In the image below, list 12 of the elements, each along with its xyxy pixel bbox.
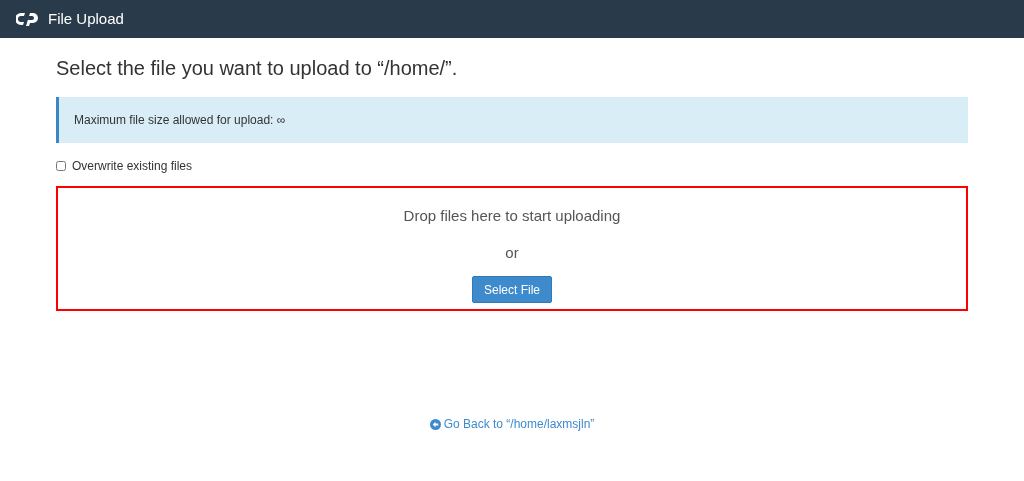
drop-prompt: Drop files here to start uploading (403, 206, 621, 226)
select-file-button[interactable]: Select File (472, 276, 552, 303)
logo-icon (16, 11, 40, 27)
or-text: or (505, 242, 519, 263)
back-arrow-icon (429, 418, 441, 430)
back-link[interactable]: Go Back to “/home/laxmsjln” (429, 415, 595, 433)
page-heading: Select the file you want to upload to “/home/”. (56, 56, 459, 81)
checkbox-label: Overwrite existing files (72, 158, 193, 175)
drop-zone[interactable]: Drop files here to start uploading or Select File (56, 186, 968, 311)
alert-text: Maximum file size allowed for upload: ∞ (74, 112, 286, 129)
page-title: File Upload (48, 8, 124, 29)
overwrite-checkbox[interactable] (56, 161, 66, 171)
